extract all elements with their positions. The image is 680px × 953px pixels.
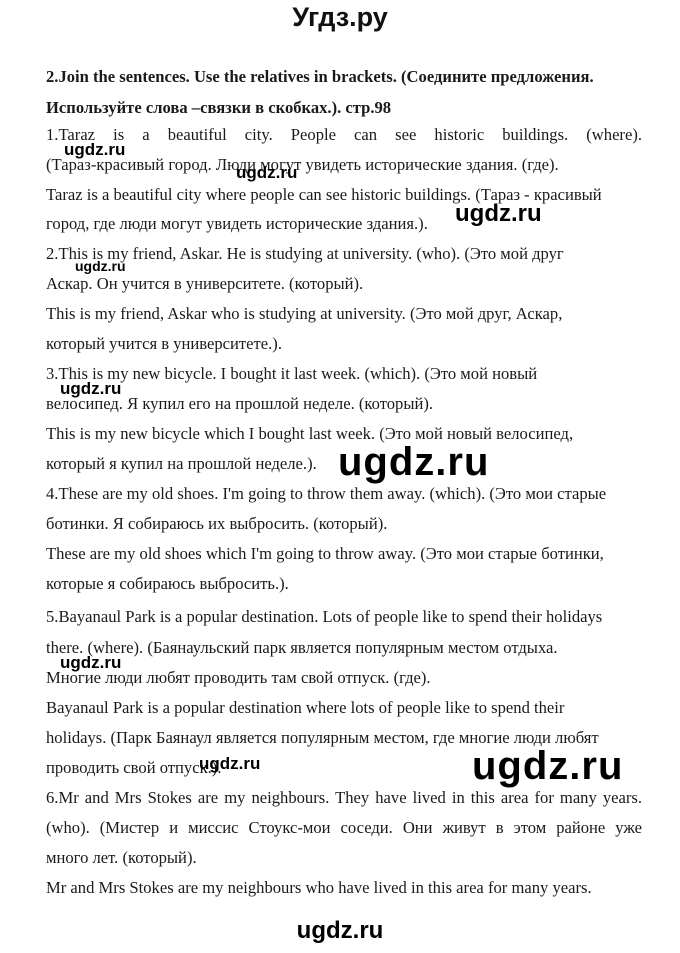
text-line: ботинки. Я собираюсь их выбросить. (кото… xyxy=(46,514,388,533)
text-line: проводить свой отпуск.). xyxy=(46,758,222,777)
watermark: ugdz.ru xyxy=(199,754,261,773)
text-line: This is my friend, Askar who is studying… xyxy=(46,304,563,323)
text-line: 5.Bayanaul Park is a popular destination… xyxy=(46,607,603,626)
text-line: 6.Mr and Mrs Stokes are my neighbours. T… xyxy=(46,788,642,807)
watermark: ugdz.ru xyxy=(472,744,624,788)
site-title: Угдз.ру xyxy=(292,2,388,32)
text-line: 1.Taraz is a beautiful city. People can … xyxy=(46,125,642,144)
text-line: Bayanaul Park is a popular destination w… xyxy=(46,698,565,717)
text-line: (who). (Мистер и миссис Стоукс-мои сосед… xyxy=(46,818,642,837)
watermark: ugdz.ru xyxy=(236,163,298,182)
text-line: который я купил на прошлой неделе.). xyxy=(46,454,317,473)
text-line: Mr and Mrs Stokes are my neighbours who … xyxy=(46,878,592,897)
text-line: 4.These are my old shoes. I'm going to t… xyxy=(46,484,607,503)
text-line: которые я собираюсь выбросить.). xyxy=(46,574,289,593)
text-line: много лет. (который). xyxy=(46,848,197,867)
watermark: ugdz.ru xyxy=(64,140,126,159)
watermark: ugdz.ru xyxy=(338,440,490,484)
watermark: ugdz.ru xyxy=(60,379,122,398)
task-heading-line-2: Используйте слова –связки в скобках.). с… xyxy=(46,98,392,117)
watermark: ugdz.ru xyxy=(60,653,122,672)
text-line: который учится в университете.). xyxy=(46,334,282,353)
watermark: ugdz.ru xyxy=(455,200,542,227)
task-heading-line-1: 2.Join the sentences. Use the relatives … xyxy=(46,67,594,86)
footer-watermark: ugdz.ru xyxy=(296,917,384,944)
watermark: ugdz.ru xyxy=(75,258,126,274)
text-line: Аскар. Он учится в университете. (которы… xyxy=(46,274,364,293)
text-line: город, где люди могут увидеть историческ… xyxy=(46,214,428,233)
text-line: there. (where). (Баянаульский парк являе… xyxy=(46,638,558,657)
text-line: This is my new bicycle which I bought la… xyxy=(46,424,574,443)
text-line: These are my old shoes which I'm going t… xyxy=(46,544,604,563)
